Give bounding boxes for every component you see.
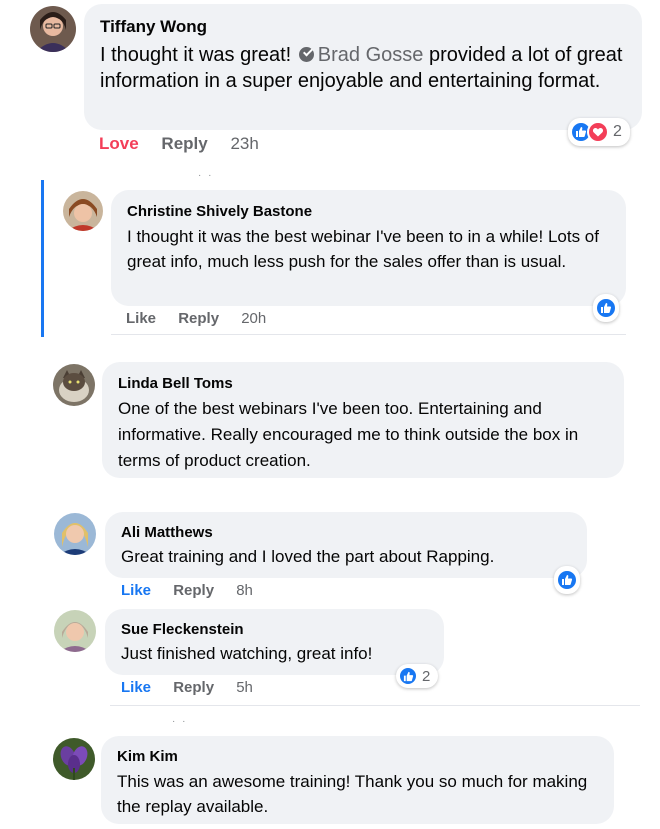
comment-author[interactable]: Tiffany Wong	[100, 16, 626, 38]
avatar[interactable]	[54, 513, 96, 555]
reply-stub-marker: · ·	[172, 716, 188, 727]
avatar[interactable]	[63, 191, 103, 231]
comment-author[interactable]: Ali Matthews	[121, 523, 571, 543]
comment-text-start: I thought it was great!	[100, 44, 292, 66]
comment-author[interactable]: Linda Bell Toms	[118, 374, 608, 394]
comment-bubble: Ali Matthews Great training and I loved …	[105, 512, 587, 578]
comment-text: Just finished watching, great info!	[121, 644, 373, 663]
like-button[interactable]: Like	[121, 679, 151, 696]
comment-text: This was an awesome training! Thank you …	[117, 772, 588, 816]
love-reaction-button[interactable]: Love	[99, 134, 139, 153]
comment-actions: Like Reply 8h	[121, 582, 271, 600]
comment-bubble: Kim Kim This was an awesome training! Th…	[101, 736, 614, 824]
divider	[110, 705, 640, 706]
comment-timestamp[interactable]: 5h	[236, 679, 253, 696]
comment-bubble: Sue Fleckenstein Just finished watching,…	[105, 609, 444, 675]
like-button[interactable]: Like	[126, 310, 156, 327]
avatar[interactable]	[53, 738, 95, 780]
comment-timestamp[interactable]: 23h	[230, 134, 258, 153]
avatar[interactable]	[54, 610, 96, 652]
comment-text: Great training and I loved the part abou…	[121, 547, 495, 566]
comment-actions: Like Reply 20h	[126, 310, 284, 328]
comment-author[interactable]: Kim Kim	[117, 747, 598, 767]
love-reaction-icon	[587, 121, 609, 143]
divider	[111, 334, 626, 335]
reply-stub-marker: · ·	[198, 170, 214, 181]
reply-button[interactable]: Reply	[161, 134, 207, 153]
comment-actions: Love Reply 23h	[99, 134, 277, 154]
comment-text: One of the best webinars I've been too. …	[118, 399, 579, 470]
comment-timestamp[interactable]: 20h	[241, 310, 266, 327]
thread-highlight-bar	[41, 180, 44, 337]
reaction-count: 2	[422, 667, 431, 685]
verified-badge-icon	[298, 47, 314, 62]
reaction-summary[interactable]	[554, 566, 580, 594]
comment-bubble: Linda Bell Toms One of the best webinars…	[102, 362, 624, 478]
like-button[interactable]: Like	[121, 582, 151, 599]
comment-bubble: Christine Shively Bastone I thought it w…	[111, 190, 626, 306]
comment-actions: Like Reply 5h	[121, 679, 271, 697]
mention-link[interactable]: Brad Gosse	[318, 44, 424, 66]
comment-timestamp[interactable]: 8h	[236, 582, 253, 599]
reaction-count: 2	[613, 123, 622, 140]
like-reaction-icon	[595, 297, 617, 319]
reply-button[interactable]: Reply	[173, 582, 214, 599]
like-reaction-icon	[556, 569, 578, 591]
reply-button[interactable]: Reply	[173, 679, 214, 696]
like-reaction-icon	[398, 666, 418, 686]
comment-author[interactable]: Christine Shively Bastone	[127, 202, 610, 222]
reaction-summary[interactable]	[593, 294, 619, 322]
avatar[interactable]	[53, 364, 95, 406]
avatar[interactable]	[30, 6, 76, 52]
comment-bubble: Tiffany Wong I thought it was great! Bra…	[84, 4, 642, 130]
comment-text: I thought it was great! Brad Gosse provi…	[100, 42, 626, 94]
comment-author[interactable]: Sue Fleckenstein	[121, 620, 428, 640]
reply-button[interactable]: Reply	[178, 310, 219, 327]
reaction-summary[interactable]: 2	[396, 664, 439, 688]
reaction-summary[interactable]: 2	[568, 118, 630, 146]
comment-text: I thought it was the best webinar I've b…	[127, 227, 599, 271]
